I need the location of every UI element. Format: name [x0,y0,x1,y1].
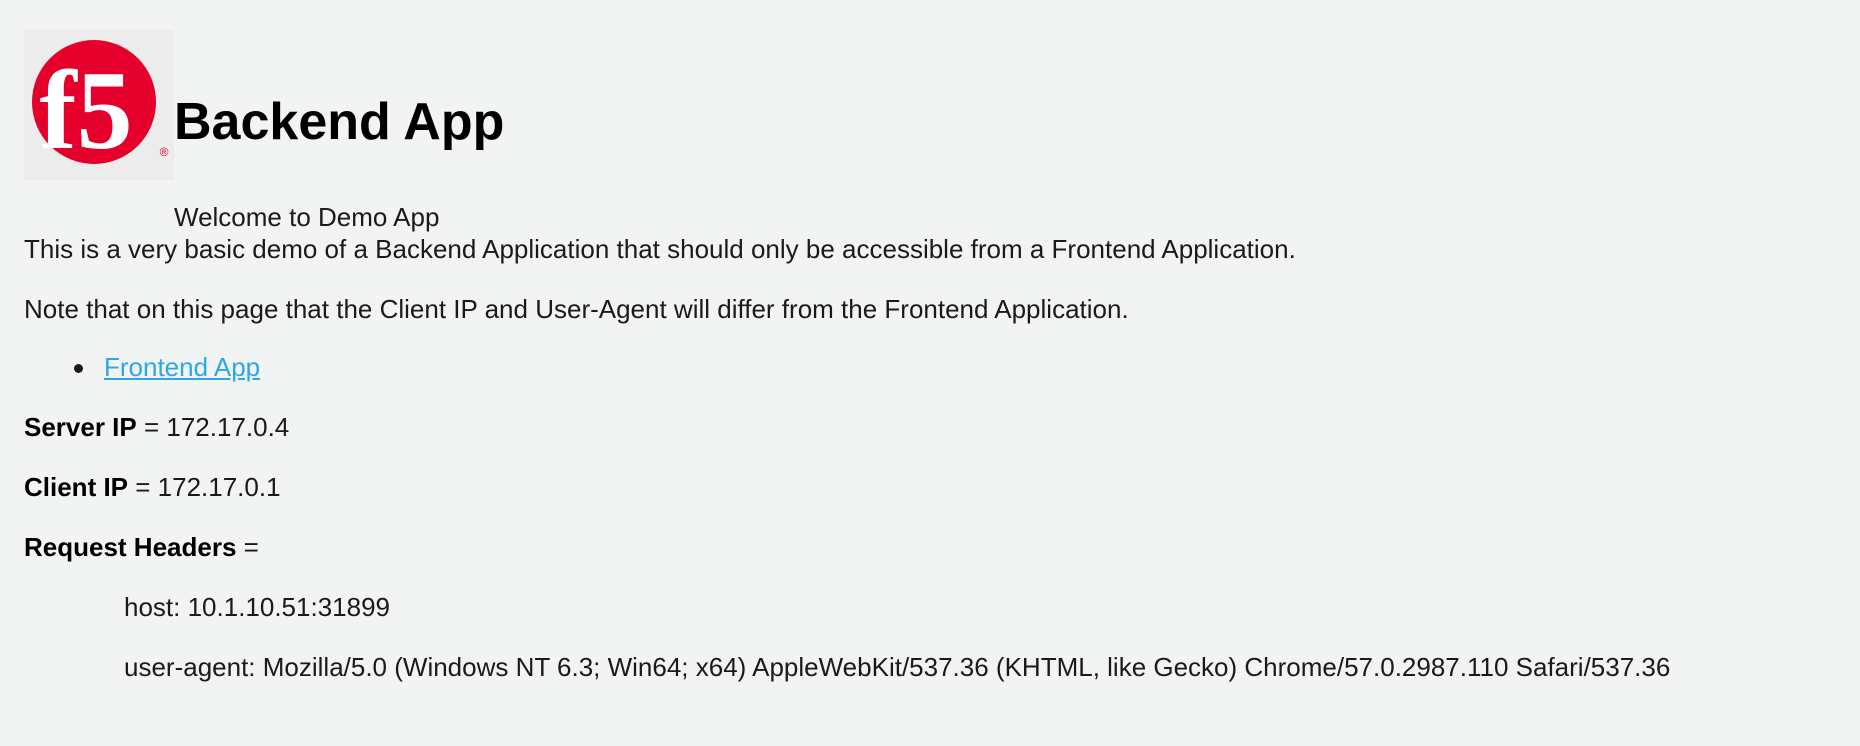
page-subtitle: Welcome to Demo App [174,202,440,232]
bullet-icon [74,364,83,373]
request-headers-label: Request Headers [24,532,237,562]
server-ip-label: Server IP [24,412,137,442]
header-host: host: 10.1.10.51:31899 [124,592,391,622]
page-title: Backend App [174,93,505,151]
header-user-agent: user-agent: Mozilla/5.0 (Windows NT 6.3;… [124,652,1671,682]
list-item: Frontend App [24,354,260,380]
frontend-app-link[interactable]: Frontend App [104,352,260,382]
intro-line-1: This is a very basic demo of a Backend A… [24,234,1296,264]
client-ip-row: Client IP = 172.17.0.1 [24,474,281,500]
server-ip-row: Server IP = 172.17.0.4 [24,414,289,440]
header: f5 ® Backend App Welcome to Demo App [24,30,1024,230]
page: f5 ® Backend App Welcome to Demo App Thi… [0,0,1860,746]
link-list: Frontend App [24,354,260,380]
intro-line-2: Note that on this page that the Client I… [24,294,1129,324]
client-ip-label: Client IP [24,472,129,502]
logo-text: f5 [39,49,132,173]
server-ip-value: = 172.17.0.4 [136,412,290,442]
request-headers-row: Request Headers = [24,534,259,560]
f5-logo: f5 ® [24,30,174,180]
client-ip-value: = 172.17.0.1 [128,472,281,502]
request-headers-eq: = [236,532,259,562]
registered-mark: ® [160,145,169,159]
